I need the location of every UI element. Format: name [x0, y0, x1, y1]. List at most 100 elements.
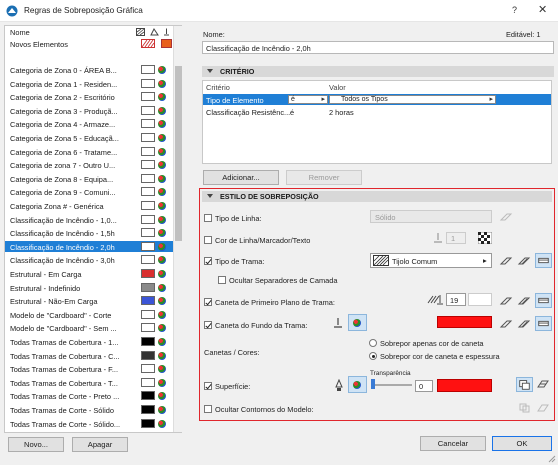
- bg-pen-override-icon-c[interactable]: [535, 316, 552, 331]
- fg-pen-override-icon-c[interactable]: [535, 293, 552, 308]
- close-button[interactable]: ✕: [538, 3, 547, 16]
- cancel-button[interactable]: Cancelar: [420, 436, 486, 451]
- list-item[interactable]: Modelo de "Cardboard" - Corte: [5, 309, 173, 321]
- operator-dropdown[interactable]: é ▸: [288, 95, 328, 104]
- rules-list[interactable]: Nome Novos Elementos Categoria de Zona 0…: [4, 25, 182, 433]
- fill-override-icon-a[interactable]: [499, 255, 513, 267]
- radio-pen-color-weight[interactable]: [369, 352, 377, 360]
- surface-color-icon: [158, 242, 166, 251]
- list-item[interactable]: Todas Tramas de Cobertura - 1...: [5, 336, 173, 348]
- fill-swatch: [141, 228, 155, 238]
- list-scrollbar[interactable]: [173, 26, 182, 432]
- list-item[interactable]: Classificação de Incêndio - 3,0h: [5, 254, 173, 266]
- value-dropdown[interactable]: Todos os Tipos ▸: [329, 95, 496, 104]
- surface-color-icon: [158, 79, 166, 88]
- criteria-section-header[interactable]: CRITÉRIO: [202, 66, 554, 77]
- help-button[interactable]: ?: [512, 5, 517, 15]
- fg-pen-override-icon-b[interactable]: [517, 295, 531, 307]
- override-style-header[interactable]: ESTILO DE SOBREPOSIÇÃO: [202, 191, 552, 202]
- fill-override-icon-b[interactable]: [517, 255, 531, 267]
- bg-pen-override-icon-b[interactable]: [517, 318, 531, 330]
- list-item[interactable]: Categoria de zona 7 - Outro U...: [5, 159, 173, 171]
- list-item[interactable]: Categoria de Zona 3 - Produçã...: [5, 105, 173, 117]
- list-item[interactable]: Classificação de Incêndio - 1,5h: [5, 227, 173, 239]
- surface-checkbox[interactable]: [204, 382, 212, 390]
- fill-override-icon-c[interactable]: [535, 253, 552, 268]
- list-item[interactable]: Todas Tramas de Corte - Sólido...: [5, 418, 173, 430]
- surface-override-icon-b[interactable]: [536, 378, 550, 390]
- delete-button[interactable]: Apagar: [72, 437, 128, 452]
- resize-grip-icon[interactable]: [548, 455, 556, 463]
- list-item[interactable]: Todas Tramas de Corte - Sólido: [5, 404, 173, 416]
- bg-pen-checkbox[interactable]: [204, 321, 212, 329]
- surface-color-icon: [158, 283, 166, 292]
- line-pen-number[interactable]: 1: [446, 232, 466, 244]
- contours-override-icon-a[interactable]: [518, 402, 532, 414]
- hide-separators-checkbox[interactable]: [218, 276, 226, 284]
- fg-pen-checkbox[interactable]: [204, 298, 212, 306]
- app-icon: [6, 5, 18, 17]
- line-color-checkbox[interactable]: [204, 236, 212, 244]
- list-item[interactable]: Categoria de Zona 4 - Armaze...: [5, 118, 173, 130]
- surface-override-icon-a[interactable]: [516, 377, 533, 392]
- surface-color-picker-button[interactable]: [348, 376, 367, 393]
- list-item[interactable]: Categoria de Zona 8 - Equipa...: [5, 173, 173, 185]
- list-item[interactable]: Todas Tramas de Cobertura - T...: [5, 377, 173, 389]
- fill-swatch: [141, 296, 155, 306]
- line-type-dropdown[interactable]: Sólido: [370, 210, 492, 223]
- new-elements-row[interactable]: Novos Elementos: [5, 38, 173, 50]
- new-button[interactable]: Novo...: [8, 437, 64, 452]
- criteria-table[interactable]: Critério Valor Tipo de Elemento é ▸ Todos…: [202, 80, 552, 164]
- bg-pen-override-icon-a[interactable]: [499, 318, 513, 330]
- fill-swatch: [141, 65, 155, 74]
- fill-swatch: [141, 160, 155, 170]
- contours-override-icon-b[interactable]: [536, 402, 550, 414]
- criteria-row-fire-rating[interactable]: Classificação Resistênc... é 2 horas: [203, 106, 551, 117]
- list-item-label: Categoria de Zona 0 - ÁREA B...: [10, 66, 117, 75]
- line-type-checkbox[interactable]: [204, 214, 212, 222]
- transparency-slider-track[interactable]: [372, 384, 412, 386]
- list-item-label: Categoria de Zona 8 - Equipa...: [10, 174, 114, 184]
- list-item[interactable]: Classificação de Incêndio - 2,0h: [5, 240, 173, 253]
- add-criterion-button[interactable]: Adicionar...: [203, 170, 279, 185]
- list-item[interactable]: Categoria Zona # - Genérica: [5, 200, 173, 212]
- fg-pen-override-icon-a[interactable]: [499, 295, 513, 307]
- fill-type-checkbox[interactable]: [204, 257, 212, 265]
- list-item-label: Categoria de Zona 4 - Armaze...: [10, 120, 116, 130]
- list-item[interactable]: Estrutural - Em Carga: [5, 268, 173, 280]
- fg-pen-swatch[interactable]: [468, 293, 492, 306]
- surface-label: Superfície:: [215, 382, 251, 391]
- rule-name-input[interactable]: Classificação de Incêndio - 2,0h: [202, 41, 554, 54]
- list-item[interactable]: Estrutural - Não-Em Carga: [5, 295, 173, 307]
- transparency-input[interactable]: 0: [415, 380, 433, 392]
- criteria-row-element-type[interactable]: Tipo de Elemento é ▸ Todos os Tipos ▸: [203, 94, 551, 105]
- ok-button[interactable]: OK: [492, 436, 552, 451]
- bg-color-picker-button[interactable]: [348, 314, 367, 331]
- remove-criterion-button[interactable]: Remover: [286, 170, 362, 185]
- surface-color-icon: [158, 188, 166, 197]
- list-item[interactable]: Todas Tramas de Corte - Preto ...: [5, 390, 173, 402]
- list-item[interactable]: Todas Tramas de Cobertura - C...: [5, 350, 173, 362]
- checker-swatch-icon[interactable]: [478, 232, 492, 244]
- surface-color-swatch[interactable]: [437, 379, 492, 392]
- value-cell: 2 horas: [329, 108, 354, 117]
- radio-pen-color-only[interactable]: [369, 339, 377, 347]
- surface-color-icon: [158, 297, 166, 306]
- list-item[interactable]: Categoria de Zona 1 - Residen...: [5, 78, 173, 90]
- scrollbar-thumb[interactable]: [175, 66, 182, 241]
- list-item[interactable]: Categoria de Zona 9 - Comuni...: [5, 186, 173, 198]
- bg-pen-color-swatch[interactable]: [437, 316, 492, 328]
- fill-type-dropdown[interactable]: Tijolo Comum ▸: [370, 253, 492, 268]
- list-item[interactable]: Categoria de Zona 5 - Educaçã...: [5, 132, 173, 144]
- list-item[interactable]: Modelo de "Cardboard" - Sem ...: [5, 322, 173, 334]
- line-type-override-icon[interactable]: [499, 211, 513, 223]
- list-item[interactable]: Categoria de Zona 2 - Escritório: [5, 91, 173, 103]
- transparency-slider-thumb[interactable]: [371, 379, 375, 389]
- list-item[interactable]: Categoria de Zona 0 - ÁREA B...: [5, 64, 173, 76]
- hide-contours-checkbox[interactable]: [204, 405, 212, 413]
- fg-pen-number[interactable]: 19: [446, 293, 466, 306]
- list-item[interactable]: Classificação de Incêndio - 1,0...: [5, 214, 173, 226]
- list-item[interactable]: Estrutural - Indefinido: [5, 282, 173, 294]
- list-item[interactable]: Categoria de Zona 6 - Tratame...: [5, 146, 173, 158]
- list-item[interactable]: Todas Tramas de Cobertura - F...: [5, 363, 173, 375]
